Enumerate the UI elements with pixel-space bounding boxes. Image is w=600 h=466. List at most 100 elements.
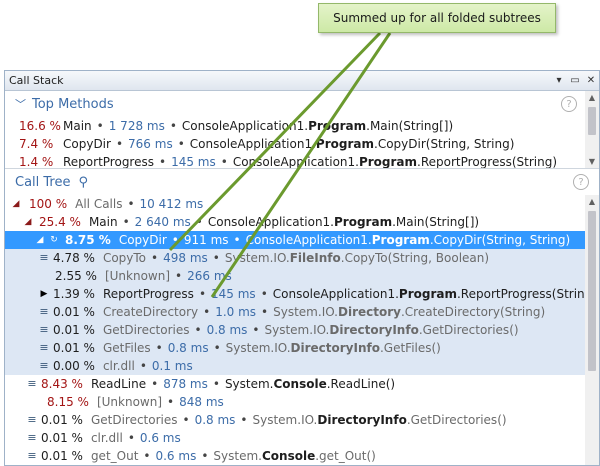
row-time: 911 ms bbox=[183, 233, 229, 247]
restore-icon[interactable]: ▭ bbox=[567, 75, 583, 86]
row-method: .ReportProgress(String) bbox=[417, 155, 558, 169]
tree-row[interactable]: ≡ 0.01 % GetFiles • 0.8 ms • System.IO. Dir… bbox=[5, 339, 599, 357]
row-name: ReadLine bbox=[90, 377, 147, 391]
help-icon[interactable]: ? bbox=[573, 174, 589, 190]
help-icon[interactable]: ? bbox=[561, 96, 577, 112]
scroll-thumb[interactable] bbox=[588, 107, 596, 135]
row-method: .CopyDir(String, String) bbox=[374, 137, 515, 151]
row-namespace: ConsoleApplication1. bbox=[232, 155, 359, 169]
row-name: Main bbox=[63, 119, 92, 133]
row-name: ReportProgress bbox=[63, 155, 154, 169]
scroll-up-icon[interactable]: ▲ bbox=[585, 91, 599, 105]
tree-row[interactable]: ≡ 0.01 % clr.dll • 0.6 ms bbox=[5, 429, 599, 447]
row-time: 498 ms bbox=[163, 251, 208, 265]
folded-stack-icon: ≡ bbox=[39, 305, 49, 318]
row-name: CopyTo bbox=[102, 251, 147, 265]
expanded-triangle-icon[interactable]: ◢ bbox=[9, 195, 23, 213]
chevron-down-icon[interactable]: ﹀ bbox=[15, 96, 26, 112]
row-namespace: System.IO. bbox=[252, 413, 318, 427]
top-method-row[interactable]: 16.6 % Main • 1 728 ms • ConsoleApplicatio… bbox=[5, 117, 599, 135]
expanded-triangle-icon[interactable]: ◢ bbox=[33, 231, 47, 249]
row-percent: 100 % bbox=[29, 197, 68, 211]
row-namespace: System. bbox=[213, 449, 262, 463]
row-namespace: System.IO. bbox=[273, 305, 338, 319]
row-class: DirectoryInfo bbox=[317, 413, 407, 427]
row-name: [Unknown] bbox=[96, 395, 163, 409]
expanded-triangle-icon[interactable]: ◢ bbox=[21, 213, 35, 231]
row-name: [Unknown] bbox=[104, 269, 171, 283]
row-namespace: ConsoleApplication1. bbox=[272, 287, 399, 301]
row-time: 0.1 ms bbox=[151, 359, 193, 373]
row-method: .GetFiles() bbox=[379, 341, 441, 355]
row-time: 2 640 ms bbox=[134, 215, 191, 229]
tree-row[interactable]: 2.55 % [Unknown] • 266 ms bbox=[5, 267, 599, 285]
top-methods-scrollbar[interactable]: ▲ ▼ bbox=[585, 91, 599, 168]
row-time: 1.0 ms bbox=[215, 305, 257, 319]
row-time: 1 728 ms bbox=[108, 119, 165, 133]
row-name: GetDirectories bbox=[102, 323, 190, 337]
row-name: ReportProgress bbox=[102, 287, 194, 301]
row-name: CopyDir bbox=[63, 137, 111, 151]
call-stack-window: Call Stack ▾ ▭ ✕ ﹀ Top Methods ? 16.6 % … bbox=[4, 70, 600, 466]
row-percent: 7.4 % bbox=[19, 137, 54, 151]
row-time: 766 ms bbox=[128, 137, 173, 151]
search-icon[interactable]: ⚲ bbox=[79, 175, 89, 190]
row-method: .CopyDir(String, String) bbox=[429, 233, 571, 247]
row-name: get_Out bbox=[90, 449, 139, 463]
row-namespace: ConsoleApplication1. bbox=[245, 233, 372, 247]
top-methods-header[interactable]: ﹀ Top Methods ? bbox=[5, 91, 599, 117]
top-method-row[interactable]: 1.4 % ReportProgress • 145 ms • ConsoleApp… bbox=[5, 153, 599, 169]
row-method: .Main(String[]) bbox=[392, 215, 480, 229]
row-class: Program bbox=[315, 137, 374, 151]
row-namespace: System.IO. bbox=[225, 341, 291, 355]
row-percent: 0.00 % bbox=[53, 359, 95, 373]
top-method-row[interactable]: 7.4 % CopyDir • 766 ms • ConsoleApplicatio… bbox=[5, 135, 599, 153]
row-name: clr.dll bbox=[102, 359, 135, 373]
row-class: Program bbox=[334, 215, 393, 229]
tree-row[interactable]: ≡ 0.01 % CreateDirectory • 1.0 ms • System… bbox=[5, 303, 599, 321]
tree-row[interactable]: ▶ 1.39 % ReportProgress • 145 ms • Console… bbox=[5, 285, 599, 303]
folded-stack-icon: ≡ bbox=[27, 377, 37, 390]
folded-stack-icon: ≡ bbox=[27, 449, 37, 462]
row-name: GetDirectories bbox=[90, 413, 178, 427]
row-percent: 0.01 % bbox=[41, 431, 83, 445]
tree-row-selected[interactable]: ◢ ↻ 8.75 % CopyDir • 911 ms • ConsoleAppli… bbox=[5, 231, 599, 249]
row-method: .Main(String[]) bbox=[366, 119, 454, 133]
tree-row[interactable]: 8.15 % [Unknown] • 848 ms bbox=[5, 393, 599, 411]
folded-stack-icon: ≡ bbox=[39, 359, 49, 372]
scroll-up-icon[interactable]: ▲ bbox=[585, 195, 599, 209]
tree-row[interactable]: ≡ 4.78 % CopyTo • 498 ms • System.IO. FileI… bbox=[5, 249, 599, 267]
tree-row[interactable]: ◢ 100 % All Calls • 10 412 ms bbox=[5, 195, 599, 213]
row-class: Program bbox=[398, 287, 457, 301]
collapsed-triangle-icon[interactable]: ▶ bbox=[37, 285, 51, 303]
row-time: 145 ms bbox=[171, 155, 216, 169]
recursion-icon: ↻ bbox=[50, 235, 58, 245]
row-name: Main bbox=[88, 215, 118, 229]
row-method: .GetDirectories() bbox=[418, 323, 519, 337]
tree-row[interactable]: ≡ 0.00 % clr.dll • 0.1 ms bbox=[5, 357, 599, 375]
row-namespace: System. bbox=[224, 377, 274, 391]
scroll-down-icon[interactable]: ▼ bbox=[585, 155, 599, 168]
dropdown-icon[interactable]: ▾ bbox=[551, 75, 567, 86]
call-tree-panel: Call Tree ⚲ ? ◢ 100 % All Calls • 10 412 … bbox=[5, 169, 599, 465]
row-percent: 0.01 % bbox=[53, 323, 95, 337]
callout-text: Summed up for all folded subtrees bbox=[333, 11, 541, 25]
row-method: .get_Out() bbox=[315, 449, 376, 463]
tree-row[interactable]: ≡ 0.01 % get_Out • 0.6 ms • System. Console… bbox=[5, 447, 599, 465]
row-percent: 4.78 % bbox=[53, 251, 95, 265]
tree-row[interactable]: ◢ 25.4 % Main • 2 640 ms • ConsoleApplicat… bbox=[5, 213, 599, 231]
row-class: Program bbox=[371, 233, 430, 247]
tree-row[interactable]: ≡ 0.01 % GetDirectories • 0.8 ms • System.… bbox=[5, 321, 599, 339]
call-tree-scrollbar[interactable]: ▲ bbox=[585, 195, 599, 465]
row-name: All Calls bbox=[75, 197, 123, 211]
row-class: FileInfo bbox=[289, 251, 341, 265]
tree-row[interactable]: ≡ 8.43 % ReadLine • 878 ms • System. Consol… bbox=[5, 375, 599, 393]
tree-row[interactable]: ≡ 0.01 % GetDirectories • 0.8 ms • System.… bbox=[5, 411, 599, 429]
close-icon[interactable]: ✕ bbox=[583, 75, 599, 86]
row-time: 0.8 ms bbox=[167, 341, 209, 355]
row-method: .ReadLine() bbox=[326, 377, 396, 391]
scroll-thumb[interactable] bbox=[588, 211, 596, 371]
row-namespace: System.IO. bbox=[224, 251, 290, 265]
row-percent: 25.4 % bbox=[39, 215, 81, 229]
row-time: 0.6 ms bbox=[139, 431, 181, 445]
